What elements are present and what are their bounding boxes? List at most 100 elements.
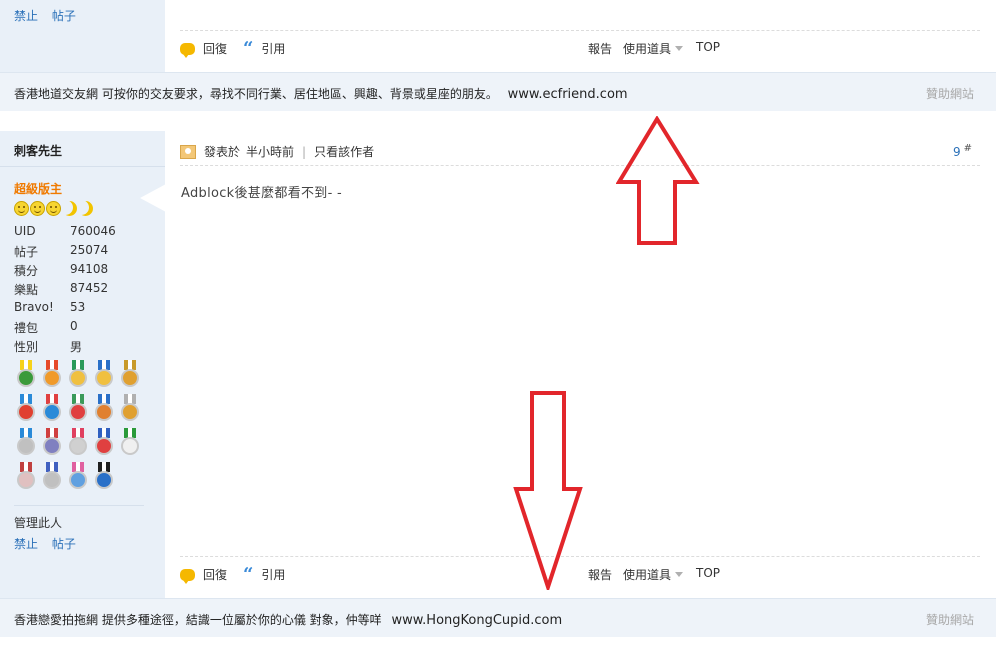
medal-disc <box>43 471 61 489</box>
medal-icon[interactable] <box>66 360 90 392</box>
floor-number[interactable]: 9 # <box>953 143 972 159</box>
quote-button[interactable]: “ 引用 <box>243 565 285 583</box>
author-name[interactable]: 刺客先生 <box>14 142 62 159</box>
medal-icon[interactable] <box>92 394 116 426</box>
reply-label: 回復 <box>203 568 228 582</box>
down-arrow-annotation <box>513 391 583 590</box>
sponsor-ad-text[interactable]: 香港戀愛拍拖網 提供多種途徑，結識一位屬於你的心儀 對象，仲等咩 www.Hon… <box>14 611 562 628</box>
rank-icons <box>14 201 93 216</box>
quote-button[interactable]: “ 引用 <box>243 39 286 57</box>
medal-disc <box>69 437 87 455</box>
reply-label: 回復 <box>203 42 228 56</box>
medal-icon[interactable] <box>118 428 142 460</box>
medal-divider <box>14 505 144 506</box>
ban-link[interactable]: 禁止 <box>14 537 38 551</box>
medal-disc <box>43 369 61 387</box>
report-label: 報告 <box>588 42 613 56</box>
stat-value: 87452 <box>70 281 109 295</box>
stat-row: 樂點 87452 <box>14 281 130 300</box>
up-arrow-annotation <box>616 116 700 245</box>
stat-value: 94108 <box>70 262 109 276</box>
author-rank: 超級版主 <box>14 182 63 196</box>
stat-value: 760046 <box>70 224 116 238</box>
tools-dropdown[interactable]: 使用道具 <box>623 40 684 57</box>
sponsor-ad-text[interactable]: 香港地道交友網 可按你的交友要求，尋找不同行業、居住地區、興趣、背景或星座的朋友… <box>14 85 628 102</box>
posts-link[interactable]: 帖子 <box>52 9 76 23</box>
tools-dropdown[interactable]: 使用道具 <box>623 566 684 583</box>
stat-row: UID 760046 <box>14 224 130 243</box>
stat-row: 性別 男 <box>14 338 130 357</box>
medal-icon[interactable] <box>40 428 64 460</box>
stat-value[interactable]: 25074 <box>70 243 130 262</box>
medal-icon[interactable] <box>14 394 38 426</box>
medal-disc <box>17 471 35 489</box>
medal-icon[interactable] <box>92 428 116 460</box>
top-link[interactable]: TOP <box>696 566 720 580</box>
up-arrow-icon <box>616 116 700 245</box>
medal-icon[interactable] <box>118 394 142 426</box>
reply-bubble-icon <box>180 568 195 584</box>
medal-icon[interactable] <box>118 360 142 392</box>
stat-label: UID <box>14 224 36 238</box>
medal-icon[interactable] <box>14 428 38 460</box>
sponsor-label[interactable]: 贊助網站 <box>926 85 974 102</box>
sidebar-notch <box>140 184 166 212</box>
stat-row: 帖子 25074 <box>14 243 130 262</box>
author-stats: UID 760046 帖子 25074 積分 94108 樂點 87452 Bravo!… <box>14 224 130 357</box>
smile-icon <box>30 201 45 216</box>
top-label: TOP <box>696 40 721 54</box>
ban-link[interactable]: 禁止 <box>14 9 38 23</box>
gap-strip <box>0 111 996 131</box>
medal-disc <box>95 437 113 455</box>
medal-icon[interactable] <box>92 462 116 494</box>
stat-value: 53 <box>70 300 86 314</box>
reply-bubble-icon <box>180 42 195 58</box>
moon-icon <box>62 201 77 216</box>
medal-icon[interactable] <box>92 360 116 392</box>
caret-down-icon <box>675 572 684 577</box>
medal-icon[interactable] <box>40 360 64 392</box>
sponsor-ad-bar: 香港地道交友網 可按你的交友要求，尋找不同行業、居住地區、興趣、背景或星座的朋友… <box>0 72 996 111</box>
medal-disc <box>95 403 113 421</box>
reply-button[interactable]: 回復 <box>180 40 228 58</box>
sponsor-label[interactable]: 贊助網站 <box>926 611 974 628</box>
posts-link[interactable]: 帖子 <box>52 537 76 551</box>
reply-button[interactable]: 回復 <box>180 566 228 584</box>
name-divider <box>0 166 165 167</box>
medal-grid <box>14 360 144 494</box>
ad-url[interactable]: www.ecfriend.com <box>508 87 628 102</box>
only-author-link[interactable]: 只看該作者 <box>314 143 374 160</box>
medal-disc <box>121 437 139 455</box>
top-link[interactable]: TOP <box>696 40 720 54</box>
smile-icon <box>46 201 61 216</box>
medal-icon[interactable] <box>40 394 64 426</box>
medal-icon[interactable] <box>14 462 38 494</box>
author-online-icon <box>180 144 196 159</box>
stat-value: 0 <box>70 319 78 333</box>
medal-disc <box>17 437 35 455</box>
report-link[interactable]: 報告 <box>588 40 612 57</box>
medal-icon[interactable] <box>40 462 64 494</box>
report-label: 報告 <box>588 568 613 582</box>
stat-label: 性別 <box>14 340 39 354</box>
quote-label: 引用 <box>261 42 286 56</box>
post-body: Adblock後甚麼都看不到- - <box>181 186 343 201</box>
bottom-strip <box>0 637 996 653</box>
medal-icon[interactable] <box>66 394 90 426</box>
post-header: 發表於 半小時前 | 只看該作者 9 # <box>180 138 980 166</box>
medal-icon[interactable] <box>14 360 38 392</box>
medal-disc <box>95 369 113 387</box>
medal-icon[interactable] <box>66 462 90 494</box>
tools-label: 使用道具 <box>623 568 672 582</box>
medal-disc <box>69 471 87 489</box>
manage-user-block: 管理此人 禁止 帖子 <box>14 514 86 552</box>
medal-icon[interactable] <box>66 428 90 460</box>
ad-description: 香港戀愛拍拖網 提供多種途徑，結識一位屬於你的心儀 對象，仲等咩 <box>14 613 382 627</box>
tools-label: 使用道具 <box>623 42 672 56</box>
report-link[interactable]: 報告 <box>588 566 612 583</box>
ad-url[interactable]: www.HongKongCupid.com <box>391 613 562 628</box>
medal-disc <box>121 369 139 387</box>
medal-disc <box>17 369 35 387</box>
floor-suffix: # <box>963 143 972 154</box>
caret-down-icon <box>675 46 684 51</box>
